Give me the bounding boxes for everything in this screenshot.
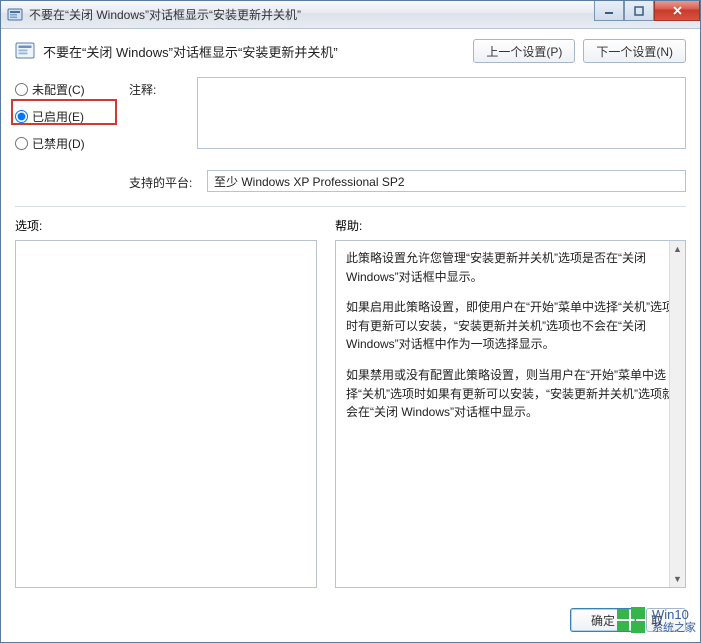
help-panel: 此策略设置允许您管理“安装更新并关机”选项是否在“关闭 Windows”对话框中… <box>335 240 686 588</box>
close-button[interactable] <box>654 1 700 21</box>
minimize-button[interactable] <box>594 1 624 21</box>
radio-enabled-label: 已启用(E) <box>32 108 84 125</box>
watermark-text: Win10 系统之家 <box>652 608 696 634</box>
radio-not-configured-input[interactable] <box>15 83 28 96</box>
watermark: Win10 系统之家 <box>612 602 698 640</box>
help-paragraph-2: 如果启用此策略设置，即使用户在“开始”菜单中选择“关机”选项时有更新可以安装，“… <box>346 298 675 354</box>
panels: 此策略设置允许您管理“安装更新并关机”选项是否在“关闭 Windows”对话框中… <box>15 240 686 588</box>
radio-disabled[interactable]: 已禁用(D) <box>15 135 119 152</box>
platform-value: 至少 Windows XP Professional SP2 <box>207 170 686 192</box>
help-scrollbar[interactable]: ▲ ▼ <box>669 241 685 587</box>
content-area: 不要在“关闭 Windows”对话框显示“安装更新并关机” 上一个设置(P) 下… <box>1 29 700 598</box>
comment-label: 注释: <box>129 77 187 98</box>
panels-header: 选项: 帮助: <box>15 217 686 234</box>
radio-disabled-label: 已禁用(D) <box>32 135 85 152</box>
maximize-button[interactable] <box>624 1 654 21</box>
previous-setting-button[interactable]: 上一个设置(P) <box>473 39 575 63</box>
app-icon <box>7 7 23 23</box>
radio-not-configured-label: 未配置(C) <box>32 81 85 98</box>
config-row: 未配置(C) 已启用(E) 已禁用(D) 注释: <box>15 77 686 162</box>
help-text: 此策略设置允许您管理“安装更新并关机”选项是否在“关闭 Windows”对话框中… <box>346 249 675 422</box>
scroll-up-icon[interactable]: ▲ <box>670 241 685 257</box>
window-controls <box>594 1 700 21</box>
radio-not-configured[interactable]: 未配置(C) <box>15 81 119 98</box>
titlebar-text: 不要在“关闭 Windows”对话框显示“安装更新并关机” <box>29 6 301 23</box>
minimize-icon <box>604 6 614 16</box>
radio-disabled-input[interactable] <box>15 137 28 150</box>
divider <box>15 206 686 207</box>
help-paragraph-3: 如果禁用或没有配置此策略设置，则当用户在“开始”菜单中选择“关机”选项时如果有更… <box>346 366 675 422</box>
platform-row: 支持的平台: 至少 Windows XP Professional SP2 <box>15 170 686 192</box>
comment-field-wrap <box>197 77 686 152</box>
next-setting-button[interactable]: 下一个设置(N) <box>583 39 686 63</box>
radio-enabled[interactable]: 已启用(E) <box>15 108 119 125</box>
windows-logo-icon <box>614 604 648 638</box>
scroll-down-icon[interactable]: ▼ <box>670 571 685 587</box>
platform-label: 支持的平台: <box>129 172 197 191</box>
comment-textarea[interactable] <box>197 77 686 149</box>
radio-enabled-input[interactable] <box>15 110 28 123</box>
policy-icon <box>15 41 35 61</box>
radio-group: 未配置(C) 已启用(E) 已禁用(D) <box>15 77 119 162</box>
help-label: 帮助: <box>335 217 686 234</box>
footer: 确定 取 Win10 系统之家 <box>1 598 700 642</box>
maximize-icon <box>634 6 644 16</box>
close-icon <box>672 5 683 16</box>
options-panel <box>15 240 317 588</box>
help-paragraph-1: 此策略设置允许您管理“安装更新并关机”选项是否在“关闭 Windows”对话框中… <box>346 249 675 286</box>
policy-title: 不要在“关闭 Windows”对话框显示“安装更新并关机” <box>43 42 465 61</box>
header-row: 不要在“关闭 Windows”对话框显示“安装更新并关机” 上一个设置(P) 下… <box>15 39 686 63</box>
options-label: 选项: <box>15 217 317 234</box>
policy-editor-window: 不要在“关闭 Windows”对话框显示“安装更新并关机” 不要在“关闭 Win… <box>0 0 701 643</box>
titlebar[interactable]: 不要在“关闭 Windows”对话框显示“安装更新并关机” <box>1 1 700 29</box>
